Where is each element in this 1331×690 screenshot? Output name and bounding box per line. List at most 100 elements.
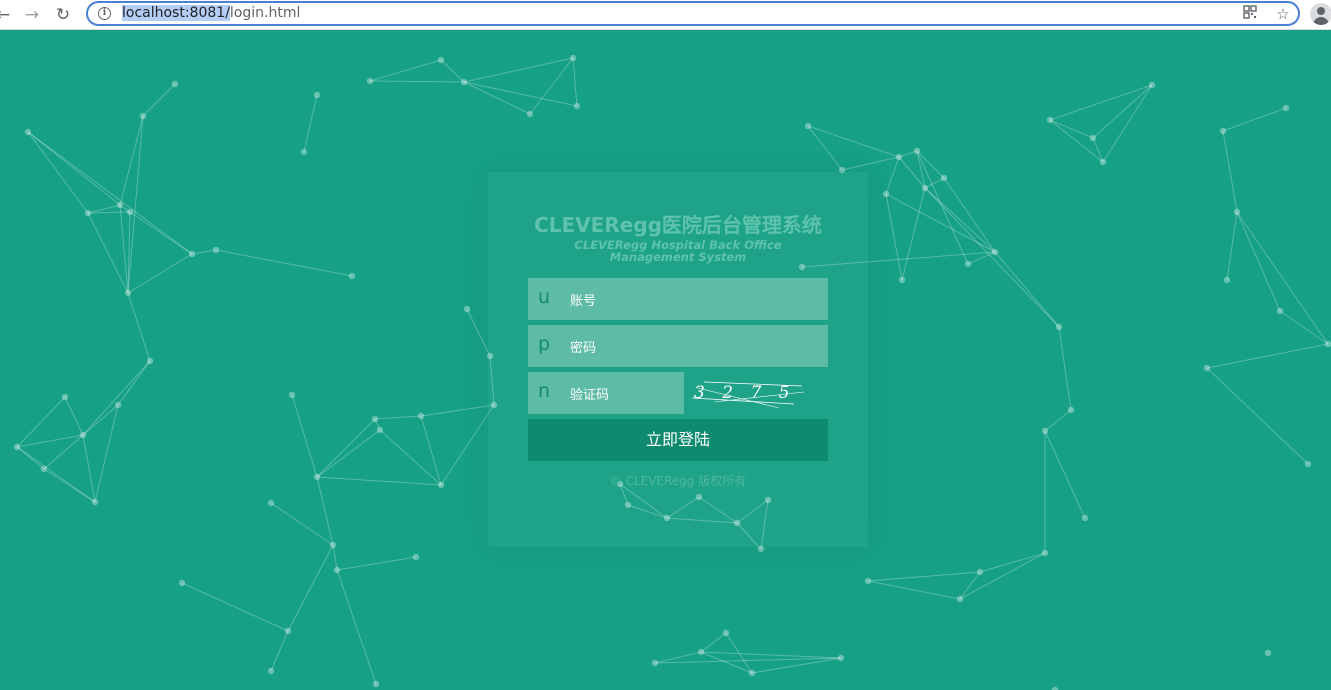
network-line (379, 429, 442, 486)
network-node (1219, 127, 1227, 135)
login-button[interactable]: 立即登陆 (528, 419, 828, 461)
network-node (864, 577, 872, 585)
network-node (188, 250, 196, 258)
network-line (1092, 84, 1153, 139)
system-title: CLEVERegg医院后台管理系统 (534, 213, 822, 237)
network-line (64, 396, 84, 436)
network-node (1282, 104, 1290, 112)
network-node (288, 391, 296, 399)
network-line (1102, 84, 1153, 163)
network-line (916, 150, 969, 265)
network-line (127, 115, 144, 294)
network-node (313, 473, 321, 481)
network-node (526, 110, 534, 118)
network-line (924, 187, 1060, 328)
network-line (440, 404, 495, 486)
network-node (837, 654, 845, 662)
network-line (369, 59, 442, 82)
network-node (913, 147, 921, 155)
network-line (1049, 119, 1094, 139)
network-line (898, 156, 926, 189)
network-node (460, 78, 468, 86)
network-line (807, 125, 843, 171)
network-node (569, 54, 577, 62)
network-line (87, 211, 131, 214)
network-line (463, 81, 578, 107)
network-line (901, 187, 926, 281)
network-line (463, 57, 574, 83)
network-node (976, 568, 984, 576)
bookmark-star-icon[interactable]: ☆ (1274, 5, 1292, 23)
network-node (437, 56, 445, 64)
network-line (916, 150, 926, 189)
network-line (867, 580, 961, 600)
site-info-icon[interactable]: i (98, 7, 111, 20)
username-input[interactable]: 账号 (570, 290, 596, 309)
network-node (146, 357, 154, 365)
network-node (40, 465, 48, 473)
network-node (24, 128, 32, 136)
network-line (291, 394, 318, 478)
network-node (1148, 81, 1156, 89)
network-node (412, 553, 420, 561)
captcha-field[interactable]: n 验证码 (528, 372, 684, 414)
network-node (748, 669, 756, 677)
network-line (440, 59, 465, 83)
network-line (994, 251, 1060, 328)
network-node (1324, 340, 1331, 348)
network-line (867, 571, 981, 582)
password-field[interactable]: p 密码 (528, 325, 828, 367)
network-node (114, 401, 122, 409)
network-line (979, 552, 1046, 573)
network-line (1226, 211, 1238, 281)
network-line (316, 429, 381, 478)
network-node (463, 305, 471, 313)
url-host: localhost:8081/ (122, 5, 230, 21)
captcha-input[interactable]: 验证码 (570, 384, 609, 403)
network-line (127, 292, 151, 362)
network-node (1055, 323, 1063, 331)
qr-code-icon[interactable] (1241, 5, 1259, 23)
network-node (804, 122, 812, 130)
network-line (82, 404, 119, 436)
network-line (1206, 367, 1309, 465)
network-line (270, 630, 289, 672)
network-line (1049, 119, 1104, 163)
address-bar[interactable]: i localhost:8081/login.html ☆ (86, 1, 1300, 26)
back-icon[interactable]: ← (0, 4, 14, 26)
network-line (43, 434, 84, 470)
network-line (191, 249, 217, 255)
network-node (1233, 208, 1241, 216)
network-node (940, 174, 948, 182)
network-node (697, 648, 705, 656)
username-field[interactable]: u 账号 (528, 278, 828, 320)
network-node (126, 208, 134, 216)
network-line (959, 552, 1046, 600)
network-node (1276, 307, 1284, 315)
copyright-text: © CLEVERegg 版权所有 (609, 474, 747, 488)
network-node (171, 80, 179, 88)
network-line (924, 177, 945, 189)
network-node (1203, 364, 1211, 372)
profile-avatar-icon[interactable] (1310, 3, 1331, 25)
forward-icon[interactable]: → (21, 4, 43, 26)
network-line (87, 204, 121, 214)
network-line (94, 404, 119, 503)
network-line (127, 253, 193, 294)
password-input[interactable]: 密码 (570, 337, 596, 356)
network-line (316, 476, 442, 486)
network-line (369, 80, 465, 83)
url-text[interactable]: localhost:8081/login.html (122, 4, 300, 23)
network-line (1236, 211, 1329, 345)
network-line (16, 446, 96, 503)
network-line (27, 131, 193, 255)
network-line (82, 360, 151, 436)
network-line (1222, 107, 1287, 132)
network-node (267, 499, 275, 507)
reload-icon[interactable]: ↻ (52, 4, 74, 26)
network-line (336, 556, 417, 571)
network-line (700, 651, 842, 659)
network-node (348, 272, 356, 280)
network-node (61, 393, 69, 401)
captcha-image[interactable]: 3 2 7 5 (684, 372, 808, 414)
